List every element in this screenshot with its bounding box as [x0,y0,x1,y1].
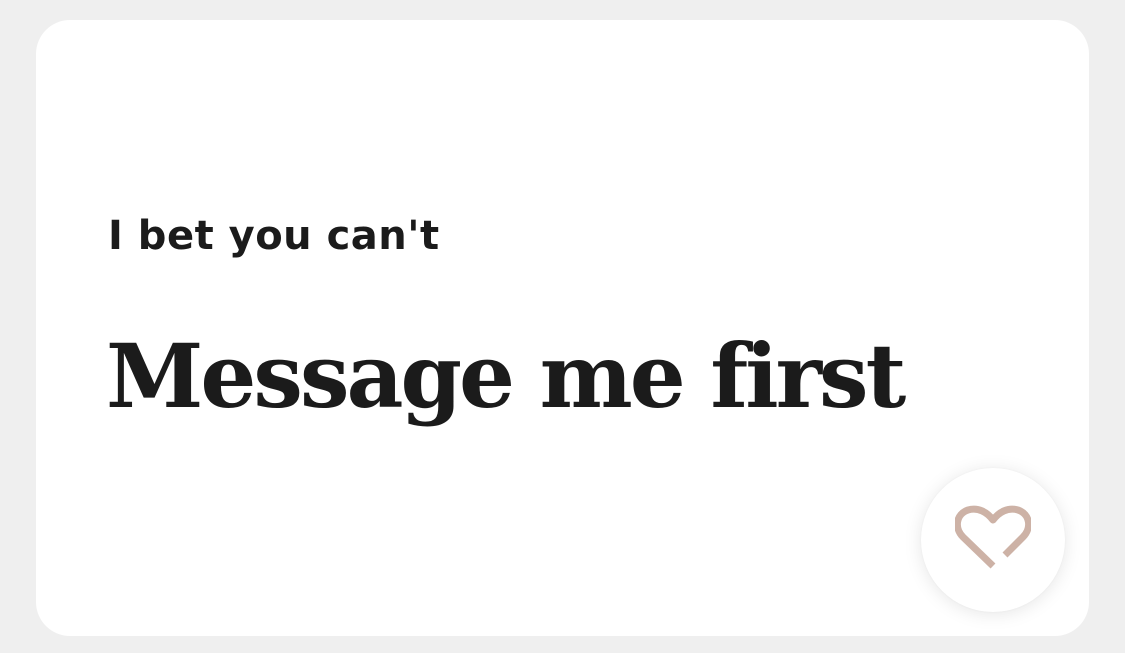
prompt-card: I bet you can't Message me first [36,20,1089,636]
prompt-answer: Message me first [106,324,906,428]
prompt-label: I bet you can't [108,213,440,259]
like-button[interactable] [921,468,1065,612]
heart-icon [953,504,1033,577]
